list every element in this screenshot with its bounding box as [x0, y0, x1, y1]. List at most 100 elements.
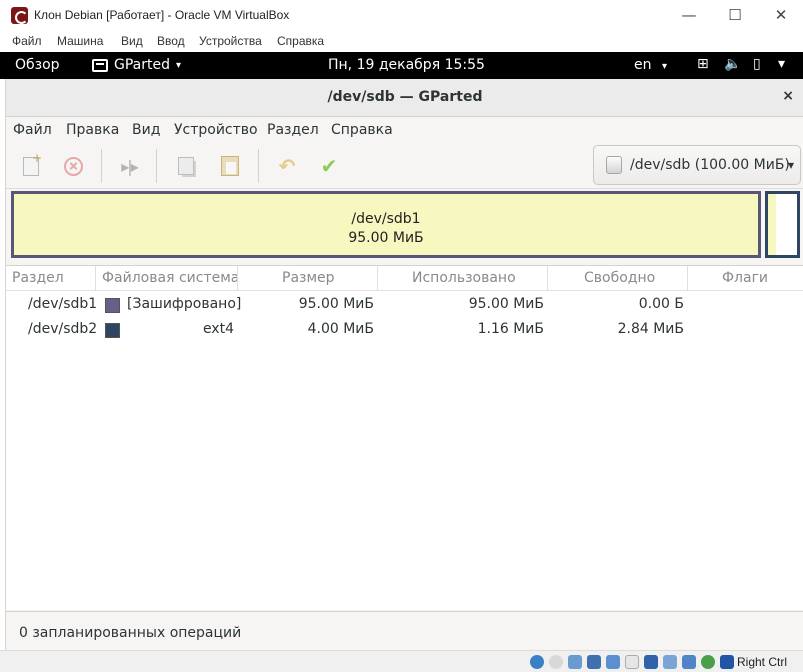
activities-button[interactable]: Обзор — [15, 57, 60, 73]
hard-disk-icon[interactable] — [530, 655, 544, 669]
toolbar-separator — [101, 149, 102, 183]
menu-help[interactable]: Справка — [331, 122, 393, 138]
partition-block-sdb2[interactable] — [765, 191, 800, 258]
column-header-partition[interactable]: Раздел — [12, 270, 64, 286]
table-header: Раздел Файловая система Размер Использов… — [6, 266, 803, 291]
battery-icon[interactable]: ▯ — [753, 56, 761, 72]
new-partition-button[interactable] — [15, 151, 47, 181]
keyboard-layout-label: en — [634, 57, 652, 73]
vbox-window-title: Клон Debian [Работает] - Oracle VM Virtu… — [34, 8, 290, 22]
mouse-integration-icon[interactable] — [682, 655, 696, 669]
status-bar: 0 запланированных операций — [6, 611, 803, 650]
maximize-button[interactable]: ☐ — [720, 4, 750, 26]
cell-size: 4.00 МиБ — [307, 321, 374, 337]
column-divider — [687, 266, 688, 291]
vbox-statusbar: Right Ctrl — [0, 650, 803, 672]
apply-button[interactable]: ✔ — [313, 151, 345, 181]
gparted-headerbar: /dev/sdb — GParted × — [6, 79, 803, 117]
table-row[interactable]: /dev/sdb1 [Зашифровано] 95.00 МиБ 95.00 … — [6, 292, 803, 317]
vt-x-icon[interactable] — [701, 655, 715, 669]
gparted-menubar: Файл Правка Вид Устройство Раздел Справк… — [6, 117, 803, 143]
gnome-top-bar: Обзор GParted ▾ Пн, 19 декабря 15:55 en … — [0, 52, 803, 79]
copy-button[interactable] — [170, 151, 202, 181]
apply-icon: ✔ — [320, 154, 338, 178]
table-row[interactable]: /dev/sdb2 ext4 4.00 МиБ 1.16 МиБ 2.84 Ми… — [6, 317, 803, 342]
usb-icon[interactable] — [606, 655, 620, 669]
chevron-down-icon: ▾ — [787, 158, 794, 172]
cell-free: 0.00 Б — [638, 296, 684, 312]
cell-free: 2.84 МиБ — [617, 321, 684, 337]
column-divider — [377, 266, 378, 291]
keyboard-capture-icon[interactable] — [720, 655, 734, 669]
display-icon[interactable] — [644, 655, 658, 669]
toolbar-separator — [258, 149, 259, 183]
cell-filesystem: ext4 — [202, 321, 234, 337]
app-menu-button[interactable]: GParted ▾ — [92, 57, 181, 73]
vbox-menu-view[interactable]: Вид — [121, 34, 143, 48]
partition-table: Раздел Файловая система Размер Использов… — [6, 265, 803, 610]
recording-icon[interactable] — [663, 655, 677, 669]
column-header-used[interactable]: Использовано — [412, 270, 516, 286]
minimize-button[interactable]: — — [674, 4, 704, 26]
audio-icon[interactable] — [568, 655, 582, 669]
column-header-filesystem[interactable]: Файловая система — [102, 270, 239, 286]
partition-block-sdb1[interactable]: /dev/sdb1 95.00 МиБ — [11, 191, 761, 258]
column-divider — [237, 266, 238, 291]
gparted-window: /dev/sdb — GParted × Файл Правка Вид Уст… — [5, 79, 803, 650]
cell-used: 1.16 МиБ — [477, 321, 544, 337]
optical-drive-icon[interactable] — [549, 655, 563, 669]
new-icon — [23, 151, 42, 176]
menu-edit[interactable]: Правка — [66, 122, 119, 138]
clock[interactable]: Пн, 19 декабря 15:55 — [328, 57, 485, 73]
vbox-menu-help[interactable]: Справка — [277, 34, 324, 48]
app-menu-label: GParted — [114, 57, 170, 73]
vbox-menu-input[interactable]: Ввод — [157, 34, 185, 48]
column-header-free[interactable]: Свободно — [584, 270, 655, 286]
gparted-close-button[interactable]: × — [782, 88, 794, 104]
column-header-size[interactable]: Размер — [282, 270, 335, 286]
virtualbox-icon — [11, 7, 28, 24]
shared-folders-icon[interactable] — [625, 655, 639, 669]
device-selector[interactable]: /dev/sdb (100.00 МиБ) ▾ — [593, 145, 801, 185]
fs-color-swatch — [105, 323, 120, 338]
paste-button[interactable] — [214, 151, 246, 181]
resize-icon: ▸|▸ — [121, 156, 139, 176]
gparted-window-title: /dev/sdb — GParted — [327, 89, 483, 105]
cell-used: 95.00 МиБ — [468, 296, 544, 312]
gparted-app-icon — [92, 58, 108, 72]
network-icon[interactable]: ⊞ — [697, 56, 709, 72]
network-adapter-icon[interactable] — [587, 655, 601, 669]
system-menu-caret[interactable]: ▾ — [778, 56, 785, 72]
disk-graphic-map: /dev/sdb1 95.00 МиБ — [9, 189, 803, 261]
toolbar-separator — [156, 149, 157, 183]
vbox-titlebar: Клон Debian [Работает] - Oracle VM Virtu… — [0, 0, 803, 32]
cell-partition: /dev/sdb1 — [28, 296, 98, 312]
disk-icon — [606, 156, 622, 174]
column-divider — [95, 266, 96, 291]
resize-move-button[interactable]: ▸|▸ — [113, 151, 145, 181]
undo-button[interactable]: ↶ — [271, 151, 303, 181]
fs-color-swatch — [105, 298, 120, 313]
paste-icon — [221, 156, 239, 176]
volume-icon[interactable]: 🔈 — [724, 56, 741, 72]
host-key-label: Right Ctrl — [737, 655, 788, 669]
menu-view[interactable]: Вид — [132, 122, 160, 138]
partition-block-name: /dev/sdb1 — [351, 211, 421, 227]
partition-used-bar — [768, 194, 776, 255]
menu-device[interactable]: Устройство — [174, 122, 258, 138]
keyboard-layout-indicator[interactable]: en ▾ — [634, 57, 667, 73]
vbox-menubar: Файл Машина Вид Ввод Устройства Справка — [0, 32, 803, 52]
delete-icon — [63, 156, 83, 176]
close-button[interactable]: ✕ — [766, 4, 796, 26]
column-header-flags[interactable]: Флаги — [722, 270, 768, 286]
copy-icon — [178, 157, 194, 175]
chevron-down-icon: ▾ — [661, 61, 667, 72]
vbox-menu-machine[interactable]: Машина — [57, 34, 103, 48]
partition-block-size: 95.00 МиБ — [348, 230, 424, 246]
cell-filesystem: [Зашифровано] — [127, 296, 242, 312]
vbox-menu-file[interactable]: Файл — [12, 34, 42, 48]
vbox-menu-devices[interactable]: Устройства — [199, 34, 262, 48]
menu-file[interactable]: Файл — [13, 122, 52, 138]
menu-partition[interactable]: Раздел — [267, 122, 319, 138]
delete-partition-button[interactable] — [57, 151, 89, 181]
